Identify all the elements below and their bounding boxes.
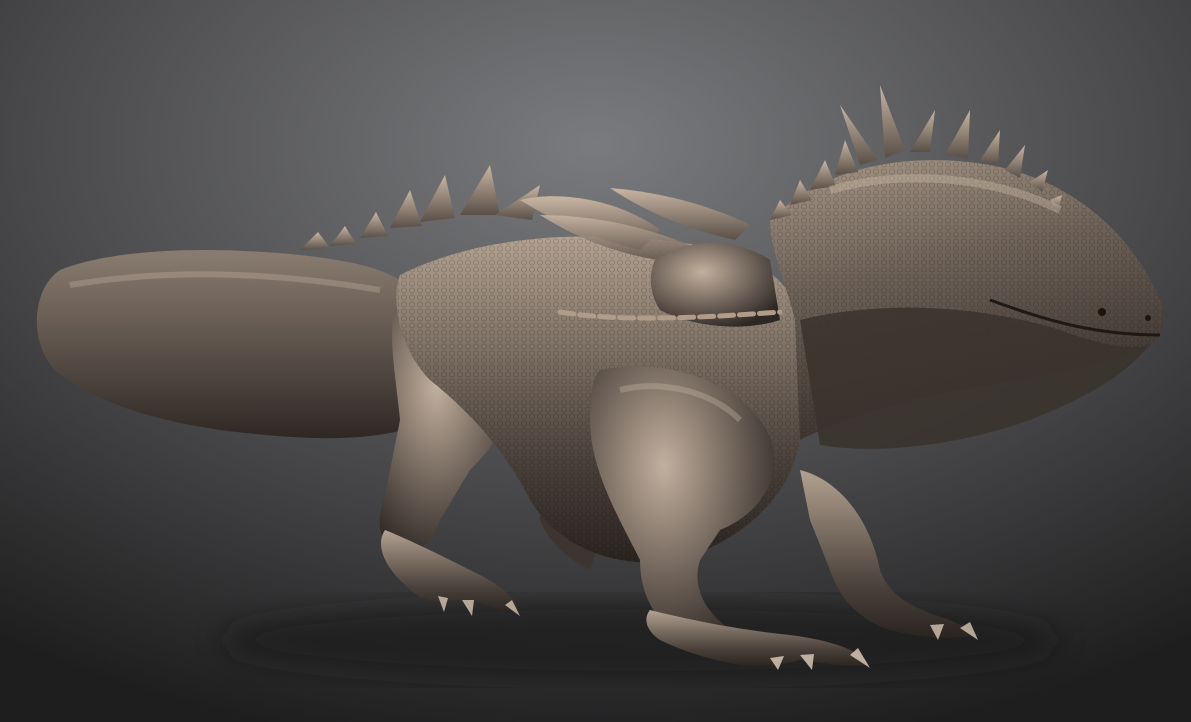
- ground-shadow: [220, 600, 1060, 680]
- nostril: [1145, 315, 1151, 321]
- eye: [1098, 308, 1106, 316]
- tail-spines: [300, 165, 540, 250]
- hind-foot: [380, 530, 520, 613]
- render-viewport: [0, 0, 1191, 722]
- creature-sculpt: [36, 85, 1164, 680]
